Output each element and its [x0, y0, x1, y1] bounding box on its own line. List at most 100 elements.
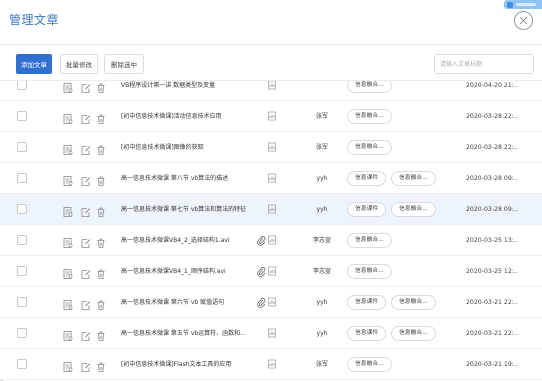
search-input[interactable] — [434, 54, 534, 74]
table-row[interactable]: 高一信息技术微课VB4_1_顺序结构.avi 李志宣 信息融合... 2020-03-… — [0, 256, 542, 287]
view-button[interactable] — [62, 81, 74, 93]
row-checkbox[interactable] — [17, 359, 27, 369]
edit-button[interactable] — [80, 358, 92, 372]
category-tag[interactable]: 信息融合... — [347, 233, 392, 248]
table-row[interactable]: [初中信息技术微课]Flash文本工具的应用 张军 信息融合... 2020-03-2… — [0, 349, 542, 380]
view-button[interactable] — [62, 141, 74, 155]
table-row[interactable]: [初中信息技术微课]图像的获取 张军 信息融合... 2020-03-28 22:.. — [0, 132, 542, 163]
delete-button[interactable] — [95, 327, 107, 341]
category-tag[interactable]: 信息融合... — [347, 140, 392, 155]
view-button[interactable] — [62, 358, 74, 372]
view-icon — [63, 331, 73, 341]
edit-button[interactable] — [80, 265, 92, 279]
delete-button[interactable] — [95, 234, 107, 248]
badge-bar-icon — [516, 3, 536, 6]
edit-button[interactable] — [80, 81, 92, 93]
row-checkbox[interactable] — [17, 235, 27, 245]
article-title[interactable]: VB程序设计第一讲 数据类型及变量 — [121, 81, 215, 101]
category-tag[interactable]: 信息课件 — [347, 171, 387, 186]
category-tag[interactable]: 信息融合... — [347, 264, 392, 279]
view-button[interactable] — [62, 203, 74, 217]
category-tag[interactable]: 信息融合... — [391, 171, 436, 186]
row-checkbox[interactable] — [17, 266, 27, 276]
article-title[interactable]: 高一信息技术微课VB4_1_顺序结构.avi — [121, 256, 226, 287]
edit-button[interactable] — [80, 203, 92, 217]
article-title[interactable]: 高一信息技术微课 第六节 vb 赋值语句 — [121, 287, 224, 318]
delete-button[interactable] — [95, 296, 107, 310]
article-title[interactable]: 高一信息技术微课VB4_2_选择结构1.avi — [121, 225, 229, 256]
delete-button[interactable] — [95, 358, 107, 372]
article-title[interactable]: 高一信息技术微课 第五节 vb运算符、函数和... — [121, 318, 246, 349]
stats-icon[interactable] — [267, 80, 277, 90]
stats-icon[interactable] — [267, 297, 277, 307]
edit-icon — [81, 84, 91, 93]
delete-button[interactable] — [95, 141, 107, 155]
table-row[interactable]: 高一信息技术微课 第七节 vb算法和算法的特征 yyh 信息课件 信息融合... 202… — [0, 194, 542, 225]
category-tag[interactable]: 信息课件 — [347, 326, 387, 341]
table-row[interactable]: [初中信息技术微课]活动信息技术应用 张军 信息融合... 2020-03-28 22… — [0, 101, 542, 132]
add-article-button[interactable]: 添加文章 — [16, 54, 52, 74]
edit-button[interactable] — [80, 172, 92, 186]
batch-edit-button[interactable]: 批量修改 — [60, 54, 98, 74]
stats-icon[interactable] — [267, 142, 277, 152]
category-tag[interactable]: 信息课件 — [347, 295, 387, 310]
view-button[interactable] — [62, 172, 74, 186]
row-checkbox[interactable] — [17, 204, 27, 214]
article-title[interactable]: 高一信息技术微课 第八节 vb算法的描述 — [121, 163, 228, 194]
author-name: 张军 — [315, 361, 328, 368]
edit-button[interactable] — [80, 110, 92, 124]
row-checkbox[interactable] — [17, 173, 27, 183]
stats-icon[interactable] — [267, 111, 277, 121]
table-row[interactable]: 高一信息技术微课VB4_2_选择结构1.avi 李志宣 信息融合... 2020-03… — [0, 225, 542, 256]
stats-icon[interactable] — [267, 359, 277, 369]
category-tag[interactable]: 信息融合... — [347, 357, 392, 372]
edit-button[interactable] — [80, 234, 92, 248]
view-button[interactable] — [62, 296, 74, 310]
view-icon — [63, 83, 73, 93]
delete-button[interactable] — [95, 203, 107, 217]
view-button[interactable] — [62, 234, 74, 248]
article-title[interactable]: 高一信息技术微课 第七节 vb算法和算法的特征 — [121, 194, 246, 225]
category-tag[interactable]: 信息融合... — [347, 109, 392, 124]
category-tag[interactable]: 信息融合... — [391, 326, 436, 341]
close-button[interactable] — [514, 11, 533, 30]
corner-badge[interactable] — [504, 0, 542, 9]
article-table: VB程序设计第一讲 数据类型及变量 信息融合... 2020-04-20 21:..… — [0, 80, 542, 381]
delete-button[interactable] — [95, 110, 107, 124]
edit-icon — [81, 270, 91, 279]
category-tag[interactable]: 信息融合... — [391, 202, 436, 217]
edit-button[interactable] — [80, 327, 92, 341]
stats-icon[interactable] — [267, 173, 277, 183]
view-button[interactable] — [62, 110, 74, 124]
delete-button[interactable] — [95, 172, 107, 186]
table-row[interactable]: 高一信息技术微课 第八节 vb算法的描述 yyh 信息课件 信息融合... 2020-0… — [0, 163, 542, 194]
edit-button[interactable] — [80, 141, 92, 155]
view-icon — [63, 145, 73, 155]
row-checkbox[interactable] — [17, 328, 27, 338]
category-tag[interactable]: 信息融合... — [391, 295, 436, 310]
row-checkbox[interactable] — [17, 111, 27, 121]
category-tag[interactable]: 信息课件 — [347, 202, 387, 217]
delete-button[interactable] — [95, 81, 107, 93]
row-checkbox[interactable] — [17, 81, 27, 90]
stats-icon[interactable] — [267, 266, 277, 276]
article-title[interactable]: [初中信息技术微课]活动信息技术应用 — [121, 101, 222, 132]
stats-icon[interactable] — [267, 235, 277, 245]
author-name — [302, 81, 342, 101]
view-button[interactable] — [62, 327, 74, 341]
view-button[interactable] — [62, 265, 74, 279]
table-row[interactable]: VB程序设计第一讲 数据类型及变量 信息融合... 2020-04-20 21:.. — [0, 80, 542, 101]
edit-button[interactable] — [80, 296, 92, 310]
stats-icon[interactable] — [267, 204, 277, 214]
article-title[interactable]: [初中信息技术微课]Flash文本工具的应用 — [121, 349, 231, 380]
delete-button[interactable] — [95, 265, 107, 279]
table-row[interactable]: 高一信息技术微课 第五节 vb运算符、函数和... yyh 信息课件 信息融合... 2… — [0, 318, 542, 349]
edit-icon — [81, 177, 91, 186]
delete-selected-button[interactable]: 删除选中 — [104, 54, 144, 74]
table-row[interactable]: 高一信息技术微课 第六节 vb 赋值语句 yyh 信息课件 信息融合... 2020-0… — [0, 287, 542, 318]
article-title[interactable]: [初中信息技术微课]图像的获取 — [121, 132, 204, 163]
row-checkbox[interactable] — [17, 297, 27, 307]
row-checkbox[interactable] — [17, 142, 27, 152]
stats-icon[interactable] — [267, 328, 277, 338]
category-tag[interactable]: 信息融合... — [347, 81, 392, 93]
